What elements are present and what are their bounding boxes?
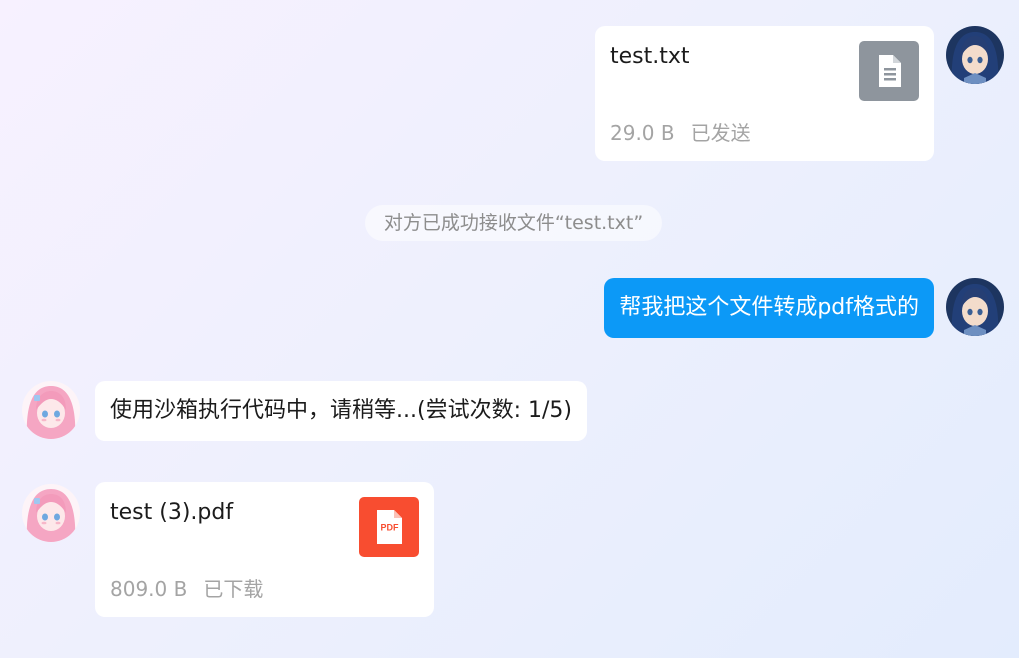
pdf-icon-label: PDF — [381, 523, 400, 533]
pdf-file-icon: PDF — [359, 497, 419, 557]
bot-avatar[interactable] — [22, 484, 80, 542]
system-notice: 对方已成功接收文件“test.txt” — [365, 205, 662, 241]
bot-message-bubble[interactable]: 使用沙箱执行代码中，请稍等...(尝试次数: 1/5) — [95, 381, 587, 441]
user-avatar[interactable] — [946, 278, 1004, 336]
file-status: 已发送 — [690, 121, 751, 145]
file-meta: 809.0 B 已下载 — [110, 573, 263, 602]
file-message-sent[interactable]: test.txt 29.0 B 已发送 — [595, 26, 934, 161]
text-file-icon — [859, 41, 919, 101]
file-message-received[interactable]: test (3).pdf PDF 809.0 B 已下载 — [95, 482, 434, 617]
file-meta: 29.0 B 已发送 — [610, 117, 751, 146]
user-avatar[interactable] — [946, 26, 1004, 84]
file-size: 29.0 B — [610, 121, 675, 145]
user-message-bubble[interactable]: 帮我把这个文件转成pdf格式的 — [604, 278, 934, 338]
file-name: test (3).pdf — [110, 500, 234, 525]
file-status: 已下载 — [203, 577, 264, 601]
bot-avatar[interactable] — [22, 381, 80, 439]
file-size: 809.0 B — [110, 577, 188, 601]
file-name: test.txt — [610, 44, 690, 69]
